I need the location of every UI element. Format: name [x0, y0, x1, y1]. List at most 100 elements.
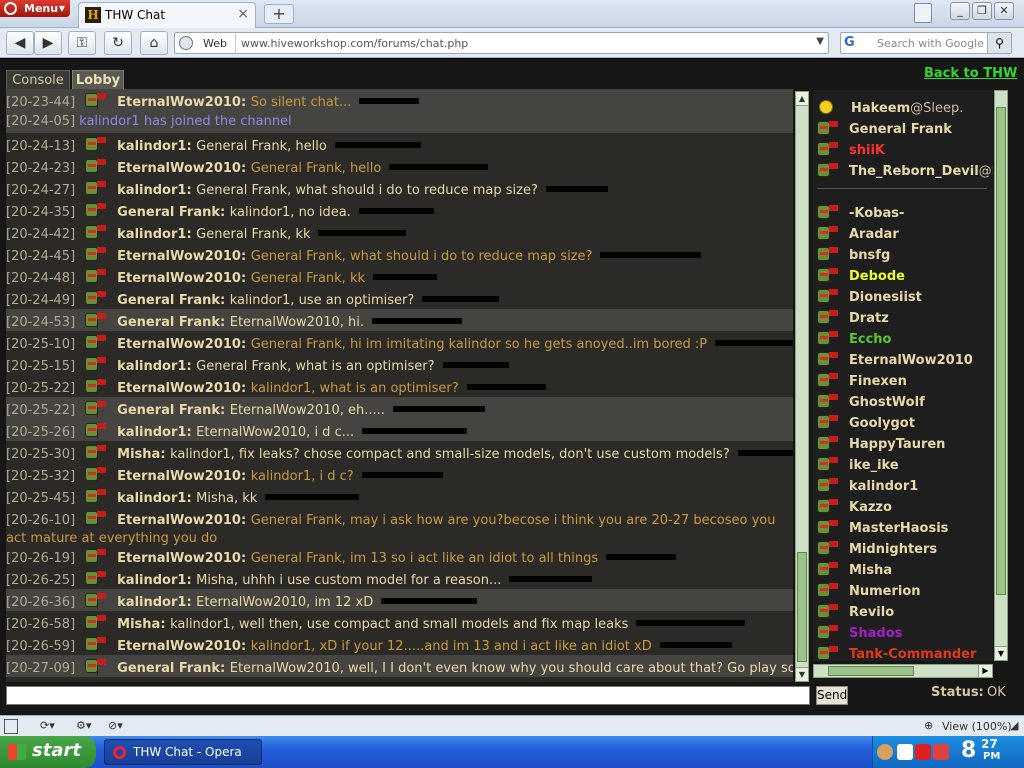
- message-text: EternalWow2010, im 12 xD: [196, 595, 374, 610]
- user-list-item[interactable]: Dratz: [813, 308, 993, 329]
- user-list-item[interactable]: ike_ike: [813, 455, 993, 476]
- scroll-up-icon[interactable]: ▲: [796, 92, 808, 106]
- user-list-item[interactable]: kalindor1: [813, 476, 993, 497]
- user-list-item[interactable]: Goolygot: [813, 413, 993, 434]
- message-author[interactable]: EternalWow2010: [117, 249, 241, 264]
- user-list-item[interactable]: shiiK: [813, 140, 993, 161]
- message-author[interactable]: Misha: [117, 447, 160, 462]
- message-author[interactable]: EternalWow2010: [117, 161, 241, 176]
- minimize-button[interactable]: _: [950, 2, 970, 20]
- tray-security-icon[interactable]: [915, 744, 931, 760]
- scroll-down-icon[interactable]: ▼: [995, 646, 1007, 660]
- google-icon[interactable]: G: [844, 35, 860, 51]
- message-author[interactable]: EternalWow2010: [117, 381, 241, 396]
- user-list-item[interactable]: MasterHaosis: [813, 518, 993, 539]
- back-to-thw-link[interactable]: Back to THW: [924, 66, 1017, 81]
- scrollbar-thumb[interactable]: [828, 666, 914, 676]
- user-list-item[interactable]: General Frank: [813, 119, 993, 140]
- new-tab-button[interactable]: +: [264, 4, 294, 24]
- user-list-item[interactable]: Midnighters: [813, 539, 993, 560]
- send-button[interactable]: Send: [816, 686, 848, 705]
- tray-network-icon[interactable]: [933, 744, 949, 760]
- user-list-item[interactable]: bnsfg: [813, 245, 993, 266]
- back-button[interactable]: ◀: [6, 31, 34, 55]
- user-list-scrollbar[interactable]: ▼: [994, 90, 1008, 661]
- message-author[interactable]: kalindor1: [117, 227, 186, 242]
- opera-menu-button[interactable]: Menu ▼: [0, 0, 70, 17]
- tray-expand-icon[interactable]: [877, 744, 893, 760]
- system-message-user[interactable]: kalindor1: [79, 114, 140, 129]
- message-author[interactable]: EternalWow2010: [117, 551, 241, 566]
- address-bar[interactable]: Web www.hiveworkshop.com/forums/chat.php…: [174, 32, 829, 54]
- message-author[interactable]: EternalWow2010: [117, 513, 241, 528]
- zoom-icon[interactable]: ⊕: [924, 719, 933, 734]
- search-icon[interactable]: ⚲: [987, 33, 1011, 53]
- user-list-item[interactable]: Finexen: [813, 371, 993, 392]
- clock-ampm[interactable]: PM: [983, 751, 1000, 762]
- message-author[interactable]: General Frank: [117, 315, 220, 330]
- message-author[interactable]: kalindor1: [117, 359, 186, 374]
- message-author[interactable]: kalindor1: [117, 425, 186, 440]
- message-author[interactable]: kalindor1: [117, 183, 186, 198]
- user-list-item[interactable]: Revilo: [813, 602, 993, 623]
- user-list-item[interactable]: HappyTauren: [813, 434, 993, 455]
- scrollbar-thumb[interactable]: [797, 552, 807, 662]
- clock-hour[interactable]: 8: [961, 738, 976, 763]
- unite-icon[interactable]: ⚙▾: [76, 719, 91, 734]
- chat-scrollbar[interactable]: ▲ ▼: [795, 91, 809, 682]
- user-list-item[interactable]: Aradar: [813, 224, 993, 245]
- taskbar-item-opera[interactable]: THW Chat - Opera: [104, 739, 262, 765]
- panel-toggle-icon[interactable]: [4, 719, 18, 734]
- user-list-item[interactable]: GhostWolf: [813, 392, 993, 413]
- search-field[interactable]: G Search with Google ⚲: [840, 32, 1012, 54]
- chevron-down-icon[interactable]: ▼: [816, 36, 824, 47]
- message-author[interactable]: EternalWow2010: [117, 95, 241, 110]
- message-author[interactable]: General Frank: [117, 661, 220, 676]
- scroll-down-icon[interactable]: ▼: [796, 667, 808, 681]
- message-author[interactable]: kalindor1: [117, 595, 186, 610]
- user-list-item[interactable]: Hakeem@Sleep.: [813, 98, 993, 119]
- message-author[interactable]: kalindor1: [117, 573, 186, 588]
- user-list-hscrollbar[interactable]: ▶: [813, 664, 993, 678]
- tab-thw-chat[interactable]: H THW Chat ×: [78, 2, 256, 28]
- user-list-item[interactable]: Misha: [813, 560, 993, 581]
- message-author[interactable]: General Frank: [117, 293, 220, 308]
- message-author[interactable]: kalindor1: [117, 491, 186, 506]
- scrollbar-thumb[interactable]: [996, 107, 1006, 595]
- zoom-level[interactable]: View (100%): [942, 720, 1012, 733]
- user-list-item[interactable]: Kazzo: [813, 497, 993, 518]
- sync-icon[interactable]: ⟳▾: [40, 719, 55, 734]
- user-list-item[interactable]: Numerion: [813, 581, 993, 602]
- close-icon[interactable]: ×: [237, 6, 249, 22]
- message-author[interactable]: EternalWow2010: [117, 469, 241, 484]
- message-author[interactable]: General Frank: [117, 205, 220, 220]
- user-list-item[interactable]: -Kobas-: [813, 203, 993, 224]
- address-url[interactable]: www.hiveworkshop.com/forums/chat.php: [241, 37, 468, 50]
- user-list-item[interactable]: The_Reborn_Devil@D: [813, 161, 993, 182]
- start-button[interactable]: start: [0, 736, 96, 768]
- scroll-right-icon[interactable]: ▶: [978, 665, 992, 677]
- message-author[interactable]: EternalWow2010: [117, 639, 241, 654]
- message-author[interactable]: Misha: [117, 617, 160, 632]
- restore-button[interactable]: ❐: [972, 2, 992, 20]
- user-list-item[interactable]: Dionesiist: [813, 287, 993, 308]
- message-author[interactable]: EternalWow2010: [117, 271, 241, 286]
- message-author[interactable]: EternalWow2010: [117, 337, 241, 352]
- user-list-item[interactable]: Tank-Commander: [813, 644, 993, 661]
- clock-minutes[interactable]: 27: [981, 737, 998, 751]
- forward-button[interactable]: ▶: [34, 31, 62, 55]
- user-list-item[interactable]: Eccho: [813, 329, 993, 350]
- tray-star-icon[interactable]: [897, 744, 913, 760]
- turbo-icon[interactable]: ⊘▾: [108, 719, 123, 734]
- home-button[interactable]: ⌂: [140, 31, 168, 55]
- window-close-button[interactable]: ✕: [994, 2, 1014, 20]
- user-list-item[interactable]: EternalWow2010: [813, 350, 993, 371]
- user-list-item[interactable]: Shados: [813, 623, 993, 644]
- message-author[interactable]: General Frank: [117, 403, 220, 418]
- message-author[interactable]: kalindor1: [117, 139, 186, 154]
- user-list-item[interactable]: Debode: [813, 266, 993, 287]
- trash-icon[interactable]: [914, 3, 932, 23]
- key-button[interactable]: ⚿: [68, 31, 96, 55]
- reload-button[interactable]: ↻: [104, 31, 132, 55]
- chat-message-input[interactable]: [6, 686, 810, 705]
